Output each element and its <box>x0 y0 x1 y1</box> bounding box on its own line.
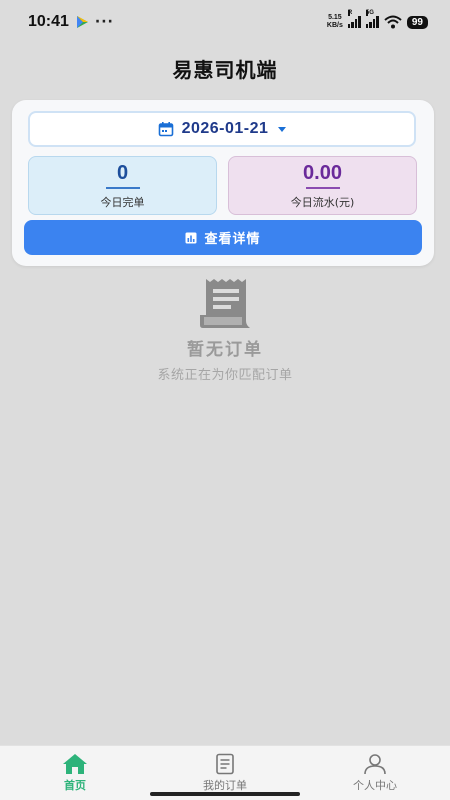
revenue-stat: 0.00 今日流水(元) <box>228 156 417 215</box>
play-store-icon <box>76 16 88 28</box>
tab-my-orders[interactable]: 我的订单 <box>170 753 280 793</box>
summary-card: 2026-01-21 0 今日完单 0.00 今日流水(元) 查看详情 <box>12 100 434 266</box>
page-title: 易惠司机端 <box>172 58 278 82</box>
completed-orders-value: 0 <box>116 161 129 184</box>
tab-profile[interactable]: 个人中心 <box>320 753 430 793</box>
net-speed-value: 5.15 <box>328 14 342 21</box>
revenue-underline <box>305 186 340 189</box>
calendar-icon <box>158 122 173 137</box>
revenue-label: 今日流水(元) <box>290 195 355 209</box>
tab-profile-label: 个人中心 <box>353 779 397 792</box>
completed-underline <box>105 186 140 189</box>
bar-chart-icon <box>185 232 197 243</box>
status-left: 10:41 ··· <box>28 13 114 31</box>
empty-subtitle: 系统正在为你匹配订单 <box>157 368 293 383</box>
view-details-button[interactable]: 查看详情 <box>24 220 422 255</box>
home-indicator <box>150 792 300 796</box>
completed-orders-stat: 0 今日完单 <box>28 156 217 215</box>
tab-my-orders-label: 我的订单 <box>203 779 247 792</box>
empty-title: 暂无订单 <box>187 340 263 360</box>
signal-icon: R <box>347 10 361 28</box>
status-right: 5.15 KB/s R 5G 99 <box>327 10 428 30</box>
sim1-tag: R <box>347 10 353 16</box>
view-details-label: 查看详情 <box>204 231 261 246</box>
receipt-icon <box>200 279 250 328</box>
wifi-icon <box>384 15 402 29</box>
date-picker[interactable]: 2026-01-21 <box>28 111 416 147</box>
orders-icon <box>216 753 234 775</box>
status-time: 10:41 <box>28 13 69 30</box>
battery-icon: 99 <box>406 15 428 29</box>
status-bar: 10:41 ··· 5.15 KB/s R 5G 99 <box>0 0 450 44</box>
net-speed-unit: KB/s <box>326 22 343 29</box>
home-icon <box>63 754 87 774</box>
net-speed: 5.15 KB/s <box>327 14 343 30</box>
revenue-value: 0.00 <box>303 161 342 184</box>
empty-state: 暂无订单 系统正在为你匹配订单 <box>0 277 450 383</box>
completed-orders-label: 今日完单 <box>100 195 145 209</box>
sim2-tag: 5G <box>365 10 374 16</box>
signal-icon: 5G <box>365 10 379 28</box>
tab-home-label: 首页 <box>64 779 86 792</box>
selected-date: 2026-01-21 <box>181 120 269 137</box>
tab-home[interactable]: 首页 <box>20 753 130 793</box>
profile-icon <box>364 754 386 775</box>
more-notifications: ··· <box>94 14 114 30</box>
chevron-down-icon <box>278 126 287 132</box>
